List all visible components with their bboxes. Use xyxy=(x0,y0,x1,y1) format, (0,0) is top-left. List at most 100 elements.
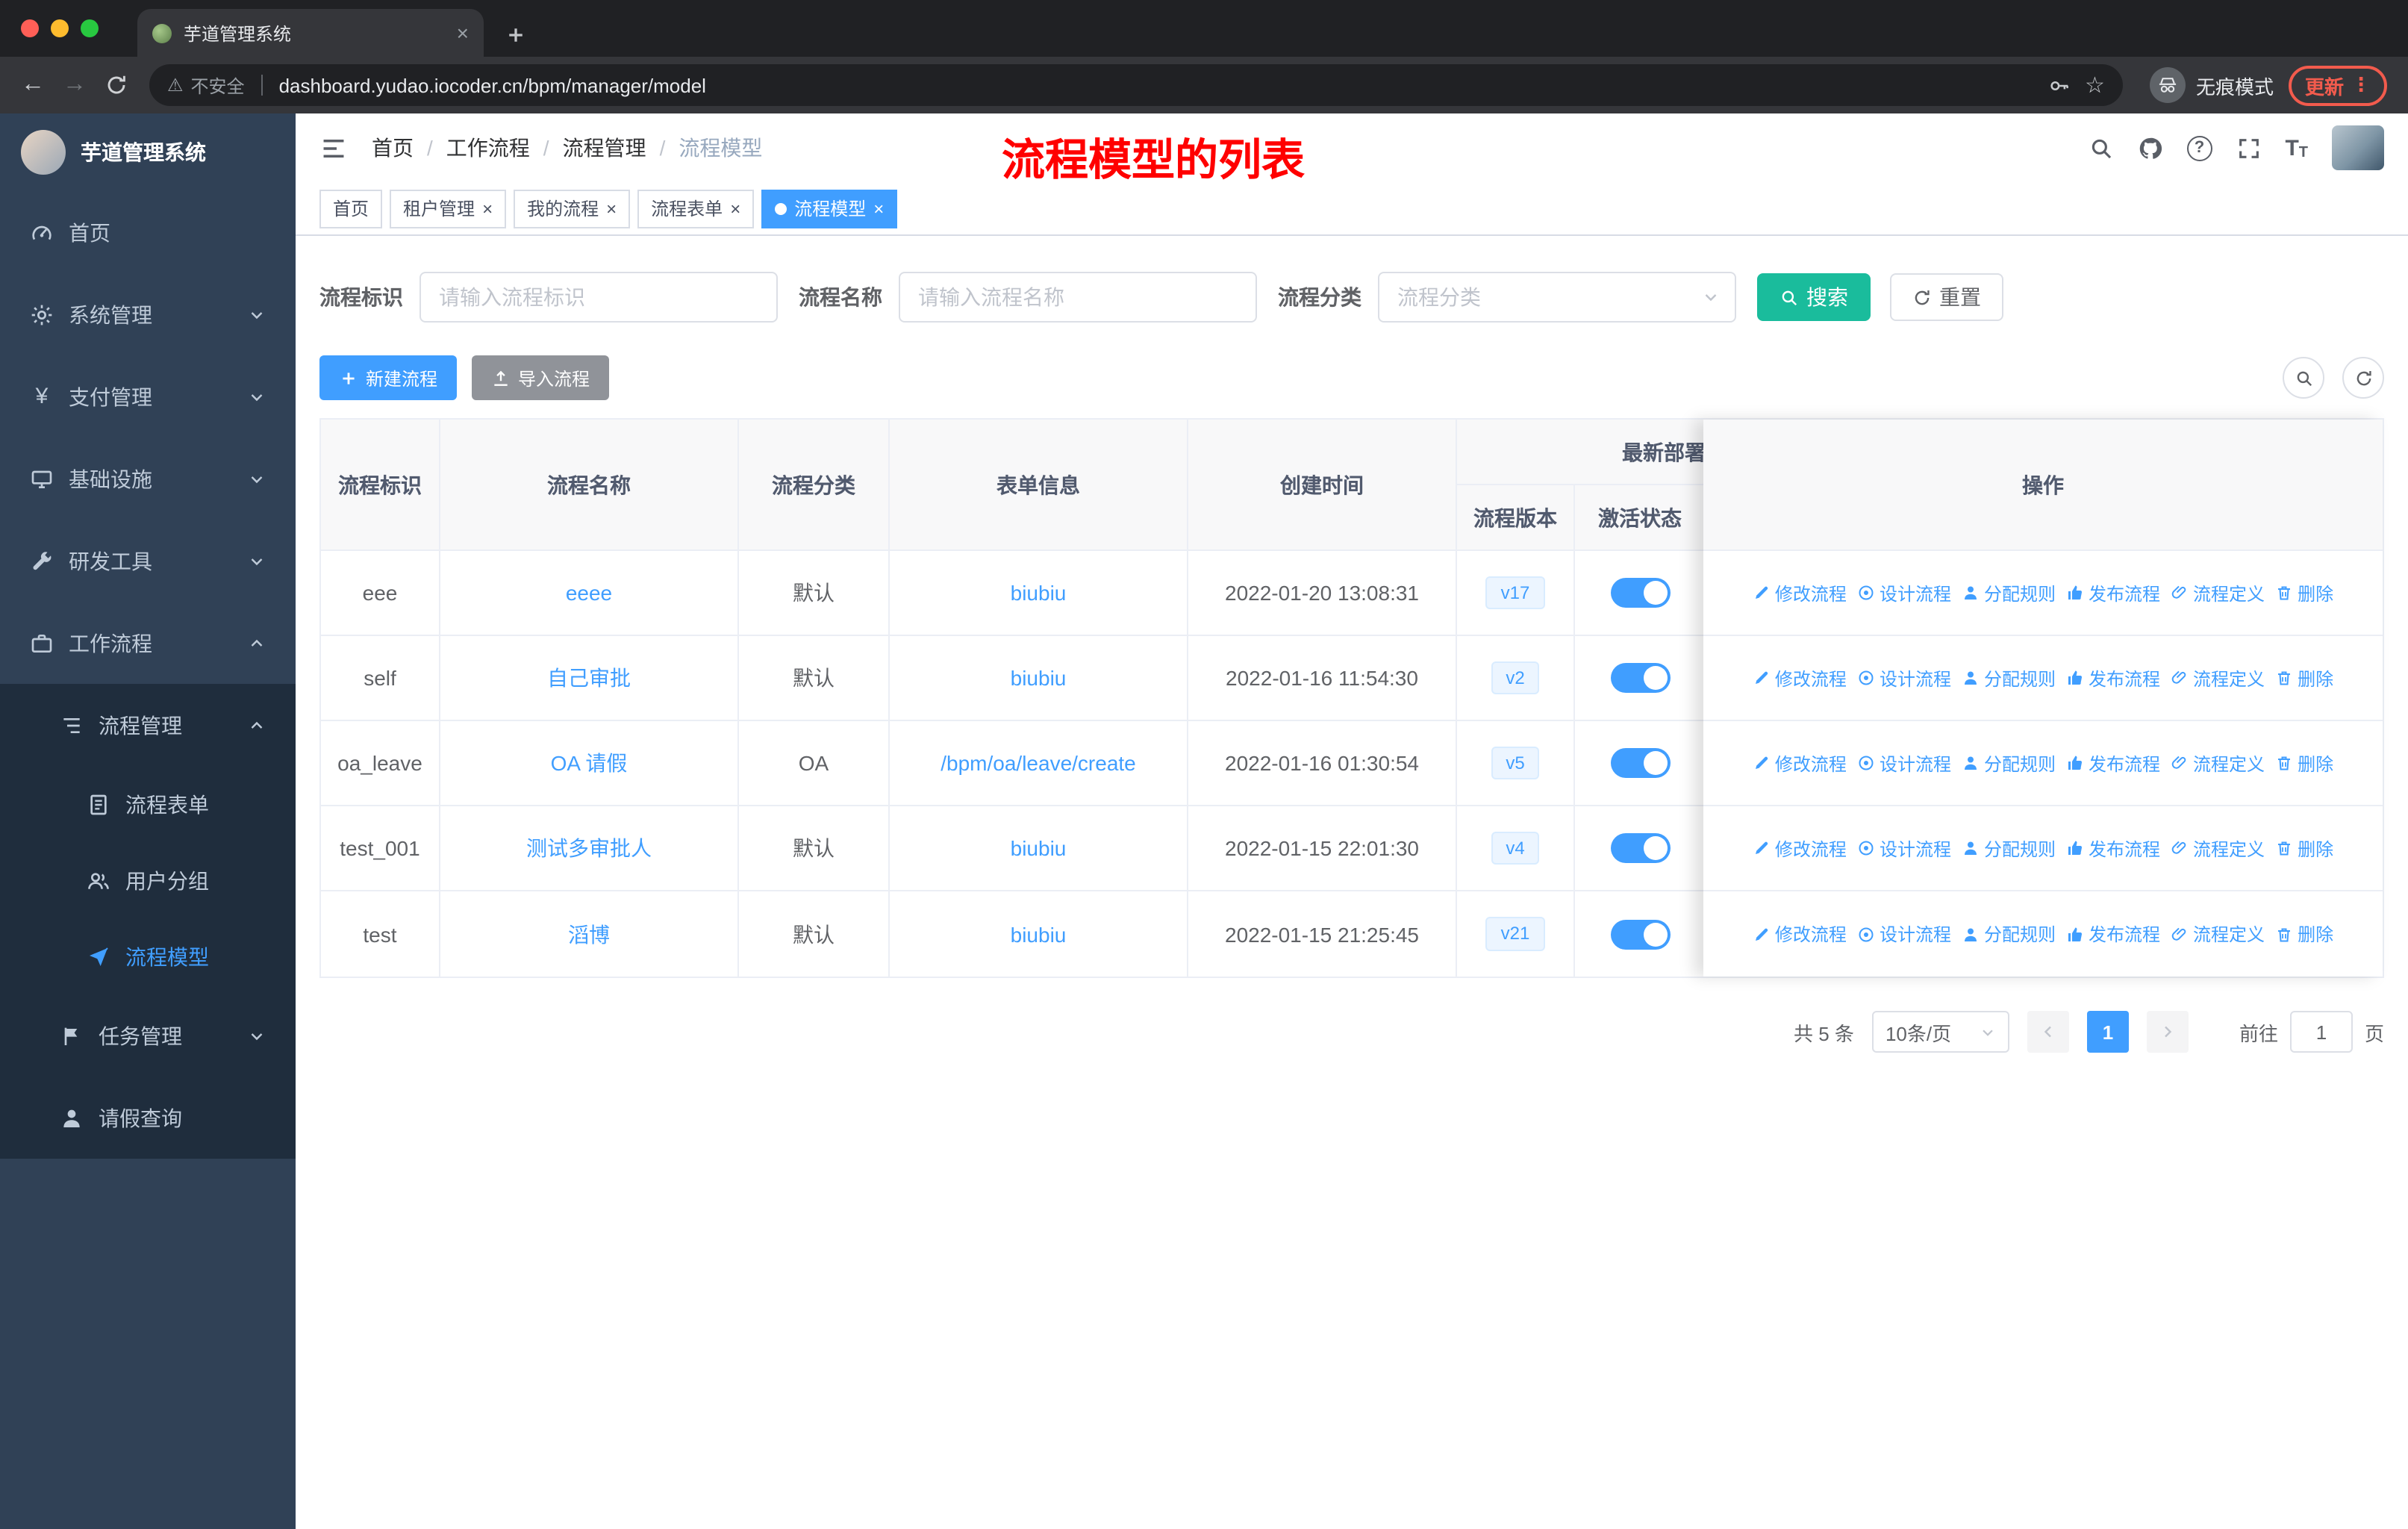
next-page-button[interactable] xyxy=(2146,1011,2189,1053)
sidebar-item-leave-query[interactable]: 请假查询 xyxy=(0,1077,296,1159)
tab-close-icon[interactable]: × xyxy=(457,21,469,45)
action-delete[interactable]: 删除 xyxy=(2275,665,2333,691)
sidebar-item-process-management[interactable]: 流程管理 xyxy=(0,684,296,766)
breadcrumb-item[interactable]: 流程管理 xyxy=(563,133,646,163)
back-button[interactable]: ← xyxy=(12,72,54,99)
current-page-button[interactable]: 1 xyxy=(2086,1011,2129,1053)
refresh-table-button[interactable] xyxy=(2342,357,2384,399)
action-process-definition[interactable]: 流程定义 xyxy=(2171,921,2265,947)
font-size-icon[interactable]: TT xyxy=(2285,135,2308,161)
action-publish-process[interactable]: 发布流程 xyxy=(2066,750,2160,776)
process-name-link[interactable]: OA 请假 xyxy=(551,748,628,778)
search-icon[interactable] xyxy=(2088,135,2113,161)
process-category-select[interactable]: 流程分类 xyxy=(1378,272,1736,323)
action-edit-process[interactable]: 修改流程 xyxy=(1753,665,1847,691)
sidebar-item-process-model[interactable]: 流程模型 xyxy=(0,918,296,994)
window-minimize-button[interactable] xyxy=(51,19,69,37)
password-key-icon[interactable] xyxy=(2047,74,2070,96)
action-edit-process[interactable]: 修改流程 xyxy=(1753,750,1847,776)
browser-tab[interactable]: 芋道管理系统 × xyxy=(137,9,484,57)
action-process-definition[interactable]: 流程定义 xyxy=(2171,835,2265,861)
tag-home[interactable]: 首页 xyxy=(319,189,383,228)
new-tab-button[interactable] xyxy=(505,24,527,46)
action-process-definition[interactable]: 流程定义 xyxy=(2171,580,2265,605)
close-icon[interactable]: × xyxy=(606,199,617,217)
action-design-process[interactable]: 设计流程 xyxy=(1857,835,1951,861)
reload-button[interactable] xyxy=(105,73,128,97)
action-delete[interactable]: 删除 xyxy=(2275,921,2333,947)
breadcrumb-item[interactable]: 工作流程 xyxy=(446,133,530,163)
action-publish-process[interactable]: 发布流程 xyxy=(2066,665,2160,691)
bookmark-star-icon[interactable]: ☆ xyxy=(2085,72,2105,99)
tag-process-model[interactable]: 流程模型 × xyxy=(761,189,898,228)
process-id-input[interactable] xyxy=(419,272,778,323)
sidebar-item-workflow[interactable]: 工作流程 xyxy=(0,602,296,684)
action-design-process[interactable]: 设计流程 xyxy=(1857,750,1951,776)
form-info-link[interactable]: biubiu xyxy=(1011,836,1067,860)
breadcrumb-item[interactable]: 首页 xyxy=(372,133,414,163)
browser-menu-dots-icon[interactable]: ⋮ xyxy=(2351,73,2371,97)
github-icon[interactable] xyxy=(2137,135,2162,161)
prev-page-button[interactable] xyxy=(2027,1011,2069,1053)
sidebar-item-task-management[interactable]: 任务管理 xyxy=(0,994,296,1077)
action-design-process[interactable]: 设计流程 xyxy=(1857,921,1951,947)
action-assign-rule[interactable]: 分配规则 xyxy=(1962,835,2056,861)
search-button[interactable]: 搜索 xyxy=(1757,273,1871,321)
close-icon[interactable]: × xyxy=(482,199,493,217)
hamburger-menu-icon[interactable] xyxy=(319,134,348,162)
process-name-link[interactable]: 自己审批 xyxy=(547,663,631,693)
action-design-process[interactable]: 设计流程 xyxy=(1857,580,1951,605)
action-edit-process[interactable]: 修改流程 xyxy=(1753,835,1847,861)
action-design-process[interactable]: 设计流程 xyxy=(1857,665,1951,691)
action-publish-process[interactable]: 发布流程 xyxy=(2066,835,2160,861)
form-info-link[interactable]: biubiu xyxy=(1011,666,1067,690)
forward-button[interactable]: → xyxy=(54,72,96,99)
url-bar[interactable]: ⚠ 不安全 dashboard.yudao.iocoder.cn/bpm/man… xyxy=(149,64,2123,106)
active-toggle[interactable] xyxy=(1610,919,1670,949)
process-name-link[interactable]: 滔博 xyxy=(568,919,610,949)
tag-tenant[interactable]: 租户管理 × xyxy=(390,189,507,228)
sidebar-item-payment[interactable]: ¥ 支付管理 xyxy=(0,355,296,437)
active-toggle[interactable] xyxy=(1610,578,1670,608)
action-edit-process[interactable]: 修改流程 xyxy=(1753,921,1847,947)
window-zoom-button[interactable] xyxy=(81,19,99,37)
page-size-select[interactable]: 10条/页 xyxy=(1871,1011,2009,1053)
action-process-definition[interactable]: 流程定义 xyxy=(2171,750,2265,776)
action-delete[interactable]: 删除 xyxy=(2275,580,2333,605)
user-avatar[interactable] xyxy=(2332,125,2384,170)
help-icon[interactable]: ? xyxy=(2186,135,2212,161)
action-publish-process[interactable]: 发布流程 xyxy=(2066,580,2160,605)
action-assign-rule[interactable]: 分配规则 xyxy=(1962,580,2056,605)
process-name-input[interactable] xyxy=(899,272,1257,323)
sidebar-item-infrastructure[interactable]: 基础设施 xyxy=(0,437,296,520)
action-publish-process[interactable]: 发布流程 xyxy=(2066,921,2160,947)
action-process-definition[interactable]: 流程定义 xyxy=(2171,665,2265,691)
toggle-search-button[interactable] xyxy=(2283,357,2324,399)
window-close-button[interactable] xyxy=(21,19,39,37)
sidebar-item-user-group[interactable]: 用户分组 xyxy=(0,842,296,918)
process-name-link[interactable]: eeee xyxy=(566,581,612,605)
import-process-button[interactable]: 导入流程 xyxy=(472,355,610,400)
sidebar-logo[interactable]: 芋道管理系统 xyxy=(0,113,296,191)
form-info-link[interactable]: biubiu xyxy=(1011,922,1067,946)
form-info-link[interactable]: /bpm/oa/leave/create xyxy=(941,751,1136,775)
tag-process-form[interactable]: 流程表单 × xyxy=(637,189,755,228)
sidebar-item-system[interactable]: 系统管理 xyxy=(0,273,296,355)
process-name-link[interactable]: 测试多审批人 xyxy=(526,833,652,863)
reset-button[interactable]: 重置 xyxy=(1890,273,2003,321)
action-delete[interactable]: 删除 xyxy=(2275,835,2333,861)
sidebar-item-home[interactable]: 首页 xyxy=(0,191,296,273)
close-icon[interactable]: × xyxy=(730,199,740,217)
browser-update-button[interactable]: 更新 ⋮ xyxy=(2288,65,2387,105)
sidebar-item-process-form[interactable]: 流程表单 xyxy=(0,766,296,842)
active-toggle[interactable] xyxy=(1610,833,1670,863)
action-assign-rule[interactable]: 分配规则 xyxy=(1962,665,2056,691)
close-icon[interactable]: × xyxy=(873,199,884,217)
action-edit-process[interactable]: 修改流程 xyxy=(1753,580,1847,605)
active-toggle[interactable] xyxy=(1610,748,1670,778)
fullscreen-icon[interactable] xyxy=(2236,135,2261,161)
goto-page-input[interactable] xyxy=(2289,1011,2353,1053)
action-assign-rule[interactable]: 分配规则 xyxy=(1962,750,2056,776)
tag-my-process[interactable]: 我的流程 × xyxy=(514,189,631,228)
action-delete[interactable]: 删除 xyxy=(2275,750,2333,776)
